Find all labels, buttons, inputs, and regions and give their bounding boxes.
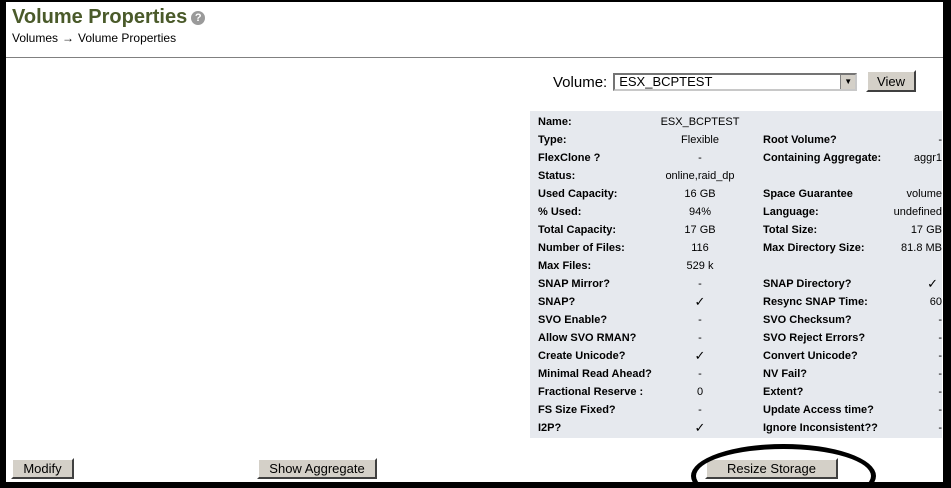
property-value: - [698, 368, 702, 380]
resize-storage-button[interactable]: Resize Storage [705, 458, 838, 479]
property-label: Total Size: [763, 224, 818, 236]
property-value: ESX_BCPTEST [660, 116, 740, 128]
page-title-text: Volume Properties [12, 6, 188, 28]
property-value: - [938, 386, 942, 398]
property-value: online,raid_dp [665, 170, 735, 182]
property-label: Update Access time? [763, 404, 874, 416]
property-value: - [938, 350, 942, 362]
property-value: - [938, 368, 942, 380]
chevron-down-icon[interactable]: ▼ [840, 75, 856, 89]
property-label: Fractional Reserve : [538, 386, 644, 398]
property-value: 81.8 MB [901, 242, 942, 254]
property-value: aggr1 [913, 152, 942, 164]
property-value: volume [906, 188, 942, 200]
property-label: Space Guarantee [763, 188, 853, 200]
show-aggregate-button[interactable]: Show Aggregate [257, 458, 377, 479]
help-icon[interactable]: ? [191, 11, 206, 25]
property-label: Total Capacity: [538, 224, 617, 236]
property-value: 0 [696, 386, 704, 398]
property-label: Max Files: [538, 260, 592, 272]
breadcrumb-arrow-icon: → [62, 31, 75, 45]
property-value: - [938, 134, 942, 146]
property-label: SNAP Directory? [763, 278, 852, 290]
property-value: 17 GB [910, 224, 942, 236]
property-label: SNAP? [538, 296, 576, 308]
property-label: Root Volume? [763, 134, 837, 146]
property-label: FS Size Fixed? [538, 404, 616, 416]
property-label: Allow SVO RMAN? [538, 332, 637, 344]
property-label: Create Unicode? [538, 350, 626, 362]
property-label: SVO Enable? [538, 314, 608, 326]
header-divider [6, 57, 943, 58]
property-label: Type: [538, 134, 567, 146]
property-value: 116 [691, 242, 709, 254]
property-label: Minimal Read Ahead? [538, 368, 652, 380]
property-value: - [698, 404, 702, 416]
property-label: Extent? [763, 386, 804, 398]
property-value: 529 k [686, 260, 714, 272]
property-value: 16 GB [684, 188, 716, 200]
property-value: - [698, 278, 702, 290]
volume-properties-window: Volume Properties? Volumes → Volume Proper… [6, 2, 943, 482]
checkmark-icon: ✓ [694, 420, 706, 435]
property-label: Status: [538, 170, 576, 182]
property-label: Resync SNAP Time: [763, 296, 868, 308]
property-label: Used Capacity: [538, 188, 618, 200]
property-value: - [938, 422, 942, 434]
property-label: SVO Checksum? [763, 314, 852, 326]
property-label: Max Directory Size: [763, 242, 865, 254]
volume-selector-row: Volume: ESX_BCPTEST ▼ [553, 71, 858, 93]
property-value: - [698, 332, 702, 344]
breadcrumb: Volumes → Volume Properties [12, 31, 176, 45]
property-value: Flexible [681, 134, 719, 146]
property-label: NV Fail? [763, 368, 808, 380]
property-label: I2P? [538, 422, 562, 434]
property-value: 17 GB [684, 224, 716, 236]
breadcrumb-volumes-link[interactable]: Volumes [12, 31, 58, 45]
volume-select-value: ESX_BCPTEST [619, 74, 713, 89]
property-value: - [698, 152, 702, 164]
property-label: Language: [763, 206, 819, 218]
property-value: - [938, 314, 942, 326]
property-label: Ignore Inconsistent?? [763, 422, 878, 434]
property-label: FlexClone ? [538, 152, 601, 164]
page-title: Volume Properties? [12, 5, 206, 29]
property-value: undefined [893, 206, 942, 218]
property-value: - [698, 314, 702, 326]
property-label: % Used: [538, 206, 582, 218]
properties-panel: Name: ESX_BCPTEST Type: Flexible FlexClone ?… [530, 111, 942, 438]
property-value: - [938, 332, 942, 344]
volume-select[interactable]: ESX_BCPTEST ▼ [613, 73, 858, 91]
property-value: 94% [688, 206, 712, 218]
property-label: Name: [538, 116, 572, 128]
checkmark-icon: ✓ [694, 294, 706, 309]
view-button[interactable]: View [866, 70, 916, 92]
property-label: Convert Unicode? [763, 350, 858, 362]
property-label: SVO Reject Errors? [763, 332, 866, 344]
breadcrumb-current: Volume Properties [78, 31, 177, 45]
volume-label: Volume: [553, 73, 608, 91]
property-value: 60 [929, 296, 942, 308]
property-label: Containing Aggregate: [763, 152, 882, 164]
modify-button[interactable]: Modify [11, 458, 74, 479]
checkmark-icon: ✓ [694, 348, 706, 363]
property-label: Number of Files: [538, 242, 625, 254]
property-label: SNAP Mirror? [538, 278, 610, 290]
checkmark-icon: ✓ [927, 276, 938, 291]
property-value: - [938, 404, 942, 416]
